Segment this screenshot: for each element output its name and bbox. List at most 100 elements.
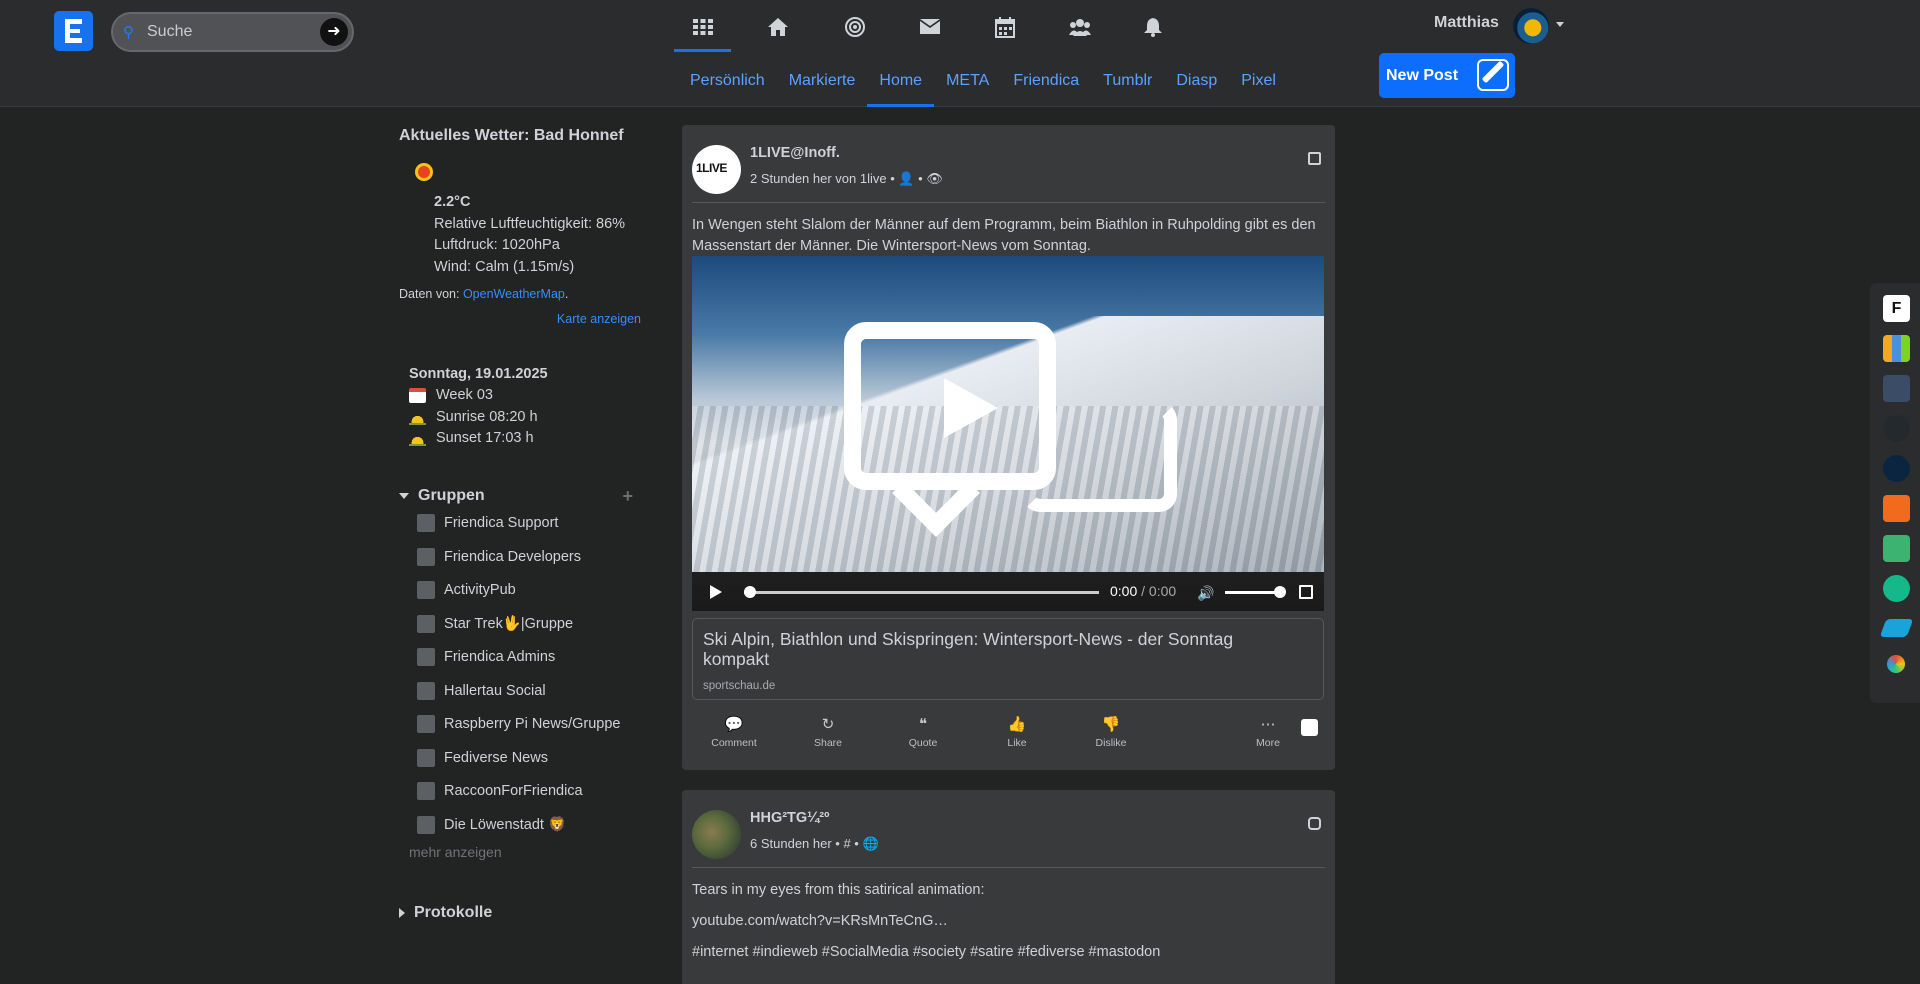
tab-friendica[interactable]: Friendica bbox=[1001, 70, 1091, 106]
group-item[interactable]: Raspberry Pi News/Gruppe bbox=[417, 708, 641, 742]
group-item[interactable]: Die Löwenstadt 🦁 bbox=[417, 808, 641, 842]
deviant-app-icon[interactable] bbox=[1883, 455, 1910, 482]
group-label: RaccoonForFriendica bbox=[444, 783, 583, 800]
dislike-button[interactable]: 👎 Dislike bbox=[1081, 715, 1141, 749]
tab-diasp[interactable]: Diasp bbox=[1164, 70, 1229, 106]
post-divider bbox=[692, 202, 1325, 203]
tab-pixel[interactable]: Pixel bbox=[1229, 70, 1288, 106]
mail-icon[interactable] bbox=[910, 12, 950, 42]
post-body: In Wengen steht Slalom der Männer auf de… bbox=[692, 217, 1316, 254]
quote-button[interactable]: ❝ Quote bbox=[893, 715, 953, 749]
post-author[interactable]: HHG²TG¼²º bbox=[750, 810, 829, 826]
calendar-icon bbox=[409, 388, 426, 404]
friendica-app-icon[interactable]: F bbox=[1883, 295, 1910, 322]
search-submit-icon[interactable]: ➜ bbox=[320, 18, 348, 46]
volume-icon[interactable]: 🔊 bbox=[1197, 585, 1214, 601]
group-label: Friendica Developers bbox=[444, 548, 582, 565]
openweathermap-link[interactable]: OpenWeatherMap bbox=[463, 287, 565, 301]
network-icon[interactable] bbox=[835, 12, 875, 42]
like-button[interactable]: 👍 Like bbox=[987, 715, 1047, 749]
add-group-icon[interactable]: + bbox=[622, 486, 633, 507]
misc-app-icon[interactable] bbox=[1887, 655, 1905, 673]
play-button[interactable] bbox=[710, 585, 722, 599]
video-player[interactable]: 0:00 / 0:00 🔊 bbox=[692, 256, 1324, 611]
post-text-line: Tears in my eyes from this satirical ani… bbox=[692, 882, 985, 898]
volume-slider[interactable] bbox=[1225, 586, 1286, 598]
post-meta: 2 Stunden her von 1live • 👤 • 👁 bbox=[750, 171, 943, 187]
group-avatar bbox=[417, 815, 435, 834]
protocols-header[interactable]: Protokolle bbox=[399, 904, 641, 922]
group-item[interactable]: Friendica Admins bbox=[417, 641, 641, 675]
network-mastodon-icon bbox=[1308, 817, 1321, 830]
chevron-down-icon[interactable] bbox=[1556, 22, 1564, 27]
link-preview-title[interactable]: Ski Alpin, Biathlon und Skispringen: Win… bbox=[703, 629, 1303, 669]
post-author-avatar[interactable] bbox=[692, 810, 741, 859]
sunrise-icon bbox=[409, 409, 426, 425]
pixelfed-app-icon[interactable] bbox=[1883, 535, 1910, 562]
group-item[interactable]: Star Trek🖖|Gruppe bbox=[417, 607, 641, 641]
group-item[interactable]: Friendica Support bbox=[417, 507, 641, 541]
user-name[interactable]: Matthias bbox=[1434, 14, 1499, 32]
github-app-icon[interactable] bbox=[1883, 415, 1910, 442]
tab-home[interactable]: Home bbox=[867, 70, 934, 107]
video-thumbnail bbox=[692, 256, 1324, 572]
thumbs-up-icon: 👍 bbox=[1007, 716, 1027, 733]
tab-persoenlich[interactable]: Persönlich bbox=[678, 70, 777, 106]
post-author[interactable]: 1LIVE@Inoff. bbox=[750, 145, 840, 161]
show-map-link[interactable]: Karte anzeigen bbox=[399, 312, 641, 326]
top-navbar: ⚲ ➜ Persönlich Markierte Home META Frien… bbox=[0, 0, 1920, 107]
fullscreen-icon[interactable] bbox=[1299, 585, 1313, 599]
tab-meta[interactable]: META bbox=[934, 70, 1001, 106]
group-label: Hallertau Social bbox=[444, 682, 546, 699]
post-hashtags[interactable]: #internet #indieweb #SocialMedia #societ… bbox=[692, 942, 1322, 963]
comment-button[interactable]: 💬 Comment bbox=[704, 715, 764, 749]
stats-app-icon[interactable] bbox=[1883, 335, 1910, 362]
calendar-icon[interactable] bbox=[985, 12, 1025, 42]
post-author-avatar[interactable] bbox=[692, 145, 741, 194]
avatar[interactable] bbox=[1513, 8, 1549, 44]
tab-markierte[interactable]: Markierte bbox=[777, 70, 868, 106]
weather-temperature: 2.2°C bbox=[434, 194, 471, 210]
link-preview[interactable]: Ski Alpin, Biathlon und Skispringen: Win… bbox=[692, 618, 1324, 700]
select-post-checkbox[interactable] bbox=[1301, 719, 1318, 736]
notifications-icon[interactable] bbox=[1133, 12, 1173, 42]
left-sidebar: Aktuelles Wetter: Bad Honnef 2.2°C Relat… bbox=[399, 127, 641, 922]
group-item[interactable]: RaccoonForFriendica bbox=[417, 775, 641, 809]
lemmy-app-icon[interactable] bbox=[1883, 575, 1910, 602]
video-progress-slider[interactable] bbox=[744, 586, 1099, 598]
groups-header[interactable]: Gruppen + bbox=[399, 486, 641, 507]
video-time: 0:00 / 0:00 bbox=[1110, 583, 1176, 599]
globe-icon: 🌐 bbox=[862, 836, 879, 851]
week-row: Week 03 bbox=[409, 385, 641, 407]
ellipsis-icon: ⋯ bbox=[1260, 716, 1276, 733]
apps-icon[interactable] bbox=[683, 12, 723, 42]
sunrise-row: Sunrise 08:20 h bbox=[409, 407, 641, 429]
podcast-app-icon[interactable] bbox=[1883, 495, 1910, 522]
group-avatar bbox=[417, 581, 435, 600]
home-icon[interactable] bbox=[758, 12, 798, 42]
play-icon[interactable] bbox=[944, 378, 998, 438]
group-avatar bbox=[417, 681, 435, 700]
more-label: More bbox=[1256, 737, 1280, 749]
bluesky-app-icon[interactable] bbox=[1879, 619, 1914, 637]
group-avatar bbox=[417, 782, 435, 801]
group-item[interactable]: Fediverse News bbox=[417, 741, 641, 775]
share-button[interactable]: ↻ Share bbox=[798, 715, 858, 749]
post-link[interactable]: youtube.com/watch?v=KRsMnTeCnG… bbox=[692, 911, 1322, 932]
group-item[interactable]: ActivityPub bbox=[417, 574, 641, 608]
new-post-button[interactable]: New Post bbox=[1379, 53, 1515, 98]
more-button[interactable]: ⋯ More bbox=[1238, 715, 1298, 749]
contacts-icon[interactable] bbox=[1060, 12, 1100, 42]
caret-down-icon bbox=[399, 493, 409, 499]
mastodon-app-icon[interactable] bbox=[1883, 375, 1910, 402]
group-item[interactable]: Friendica Developers bbox=[417, 540, 641, 574]
group-label: Friendica Admins bbox=[444, 649, 556, 666]
search-input[interactable] bbox=[147, 21, 307, 43]
group-label: Star Trek🖖|Gruppe bbox=[444, 616, 574, 633]
group-label: Die Löwenstadt 🦁 bbox=[444, 817, 567, 834]
tab-tumblr[interactable]: Tumblr bbox=[1091, 70, 1164, 106]
show-more-groups-link[interactable]: mehr anzeigen bbox=[409, 844, 641, 860]
friendica-logo[interactable] bbox=[54, 11, 93, 51]
group-item[interactable]: Hallertau Social bbox=[417, 674, 641, 708]
group-avatar bbox=[417, 614, 435, 633]
